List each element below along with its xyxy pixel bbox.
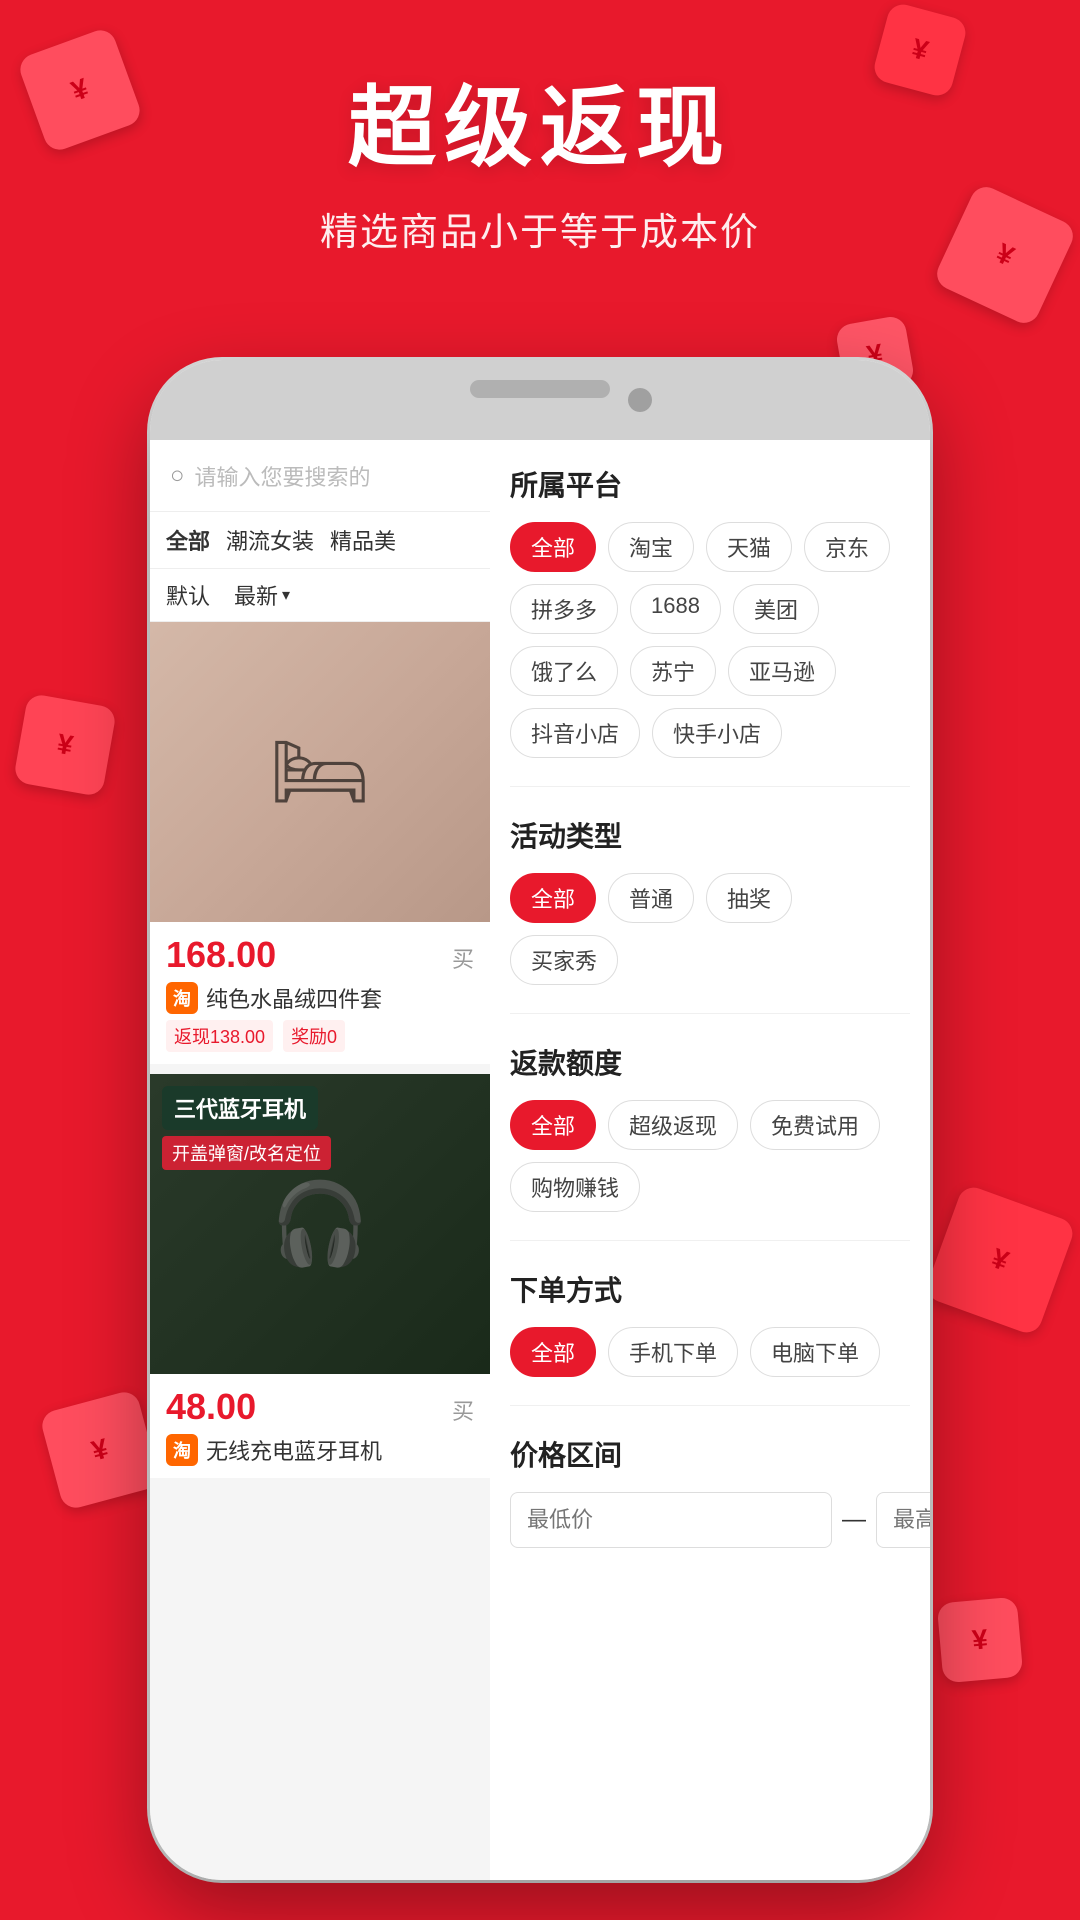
cashback-tag-earn[interactable]: 购物赚钱 [510,1162,640,1212]
activity-tag-all[interactable]: 全部 [510,873,596,923]
product-price-earbuds: 48.00 [166,1386,256,1428]
divider-2 [510,1013,910,1014]
product-info-bed: 168.00 买 淘 纯色水晶绒四件套 返现138.00 奖励0 [150,922,490,1064]
cashback-tag-free[interactable]: 免费试用 [750,1100,880,1150]
phone-mockup: ○ 请输入您要搜索的 全部 潮流女装 精品美 默认 最新 ▾ [150,360,930,1880]
filter-order-title: 下单方式 [510,1269,910,1309]
cashback-tag-bed: 返现138.00 [166,1020,273,1052]
platform-tag-kuaishou[interactable]: 快手小店 [652,708,782,758]
search-placeholder-text: 请输入您要搜索的 [195,460,471,492]
phone-top-bar [150,360,930,440]
platform-tag-amazon[interactable]: 亚马逊 [728,646,836,696]
coin-decor-8 [937,1597,1024,1684]
product-overlay: 三代蓝牙耳机 开盖弹窗/改名定位 [150,1074,490,1182]
phone-notch [470,380,610,398]
platform-tag-tianmao[interactable]: 天猫 [706,522,792,572]
platform-tag-meituan[interactable]: 美团 [733,584,819,634]
filter-cashback-tags: 全部 超级返现 免费试用 购物赚钱 [510,1100,910,1212]
search-icon: ○ [170,462,185,490]
price-dash: — [842,1506,866,1534]
platform-tag-jingdong[interactable]: 京东 [804,522,890,572]
filter-section-price: 价格区间 — [510,1434,910,1548]
platform-tag-taobao[interactable]: 淘宝 [608,522,694,572]
main-title: 超级返现 [0,80,1080,177]
divider-4 [510,1405,910,1406]
sort-default[interactable]: 默认 [166,579,210,611]
subtitle: 精选商品小于等于成本价 [0,201,1080,256]
phone-camera [628,388,652,412]
product-card-earbuds: 三代蓝牙耳机 开盖弹窗/改名定位 48.00 买 淘 无线充电蓝牙耳机 [150,1074,490,1478]
filter-price-title: 价格区间 [510,1434,910,1474]
order-tag-mobile[interactable]: 手机下单 [608,1327,738,1377]
platform-badge-taobao-2: 淘 [166,1434,198,1466]
right-panel: 所属平台 全部 淘宝 天猫 京东 拼多多 1688 美团 饿了么 苏宁 亚马逊 … [490,440,930,1880]
category-tabs: 全部 潮流女装 精品美 [150,512,490,569]
coin-decor-5 [13,693,117,797]
phone-frame: ○ 请输入您要搜索的 全部 潮流女装 精品美 默认 最新 ▾ [150,360,930,1880]
order-tag-all[interactable]: 全部 [510,1327,596,1377]
divider-3 [510,1240,910,1241]
platform-tag-pinduoduo[interactable]: 拼多多 [510,584,618,634]
platform-tag-suning[interactable]: 苏宁 [630,646,716,696]
overlay-title: 三代蓝牙耳机 [162,1086,318,1130]
product-price-bed: 168.00 [166,934,276,976]
activity-tag-buyershow[interactable]: 买家秀 [510,935,618,985]
filter-platform-tags: 全部 淘宝 天猫 京东 拼多多 1688 美团 饿了么 苏宁 亚马逊 抖音小店 … [510,522,910,758]
filter-order-tags: 全部 手机下单 电脑下单 [510,1327,910,1377]
search-bar[interactable]: ○ 请输入您要搜索的 [150,440,490,512]
chevron-down-icon: ▾ [282,585,290,605]
filter-platform-title: 所属平台 [510,464,910,504]
cat-tab-all[interactable]: 全部 [166,524,210,556]
cashback-tag-all[interactable]: 全部 [510,1100,596,1150]
cat-tab-boutique[interactable]: 精品美 [330,524,396,556]
order-tag-pc[interactable]: 电脑下单 [750,1327,880,1377]
product-image-earbuds: 三代蓝牙耳机 开盖弹窗/改名定位 [150,1074,490,1374]
sort-bar: 默认 最新 ▾ [150,569,490,622]
filter-section-order: 下单方式 全部 手机下单 电脑下单 [510,1269,910,1377]
cat-tab-women[interactable]: 潮流女装 [226,524,314,556]
price-min-input[interactable] [510,1492,832,1548]
product-card-bed: 168.00 买 淘 纯色水晶绒四件套 返现138.00 奖励0 [150,622,490,1064]
filter-activity-title: 活动类型 [510,815,910,855]
buy-button-earbuds[interactable]: 买 [452,1394,474,1426]
left-panel: ○ 请输入您要搜索的 全部 潮流女装 精品美 默认 最新 ▾ [150,440,490,1880]
coin-decor-7 [923,1183,1077,1337]
filter-section-cashback: 返款额度 全部 超级返现 免费试用 购物赚钱 [510,1042,910,1212]
activity-tag-lottery[interactable]: 抽奖 [706,873,792,923]
product-name-bed: 纯色水晶绒四件套 [206,982,382,1014]
buy-button-bed[interactable]: 买 [452,942,474,974]
cashback-row-bed: 返现138.00 奖励0 [166,1020,474,1052]
app-content: ○ 请输入您要搜索的 全部 潮流女装 精品美 默认 最新 ▾ [150,440,930,1880]
product-info-earbuds: 48.00 买 淘 无线充电蓝牙耳机 [150,1374,490,1478]
filter-cashback-title: 返款额度 [510,1042,910,1082]
product-name-row-bed: 淘 纯色水晶绒四件套 [166,982,474,1014]
reward-tag-bed: 奖励0 [283,1020,345,1052]
filter-section-activity: 活动类型 全部 普通 抽奖 买家秀 [510,815,910,985]
filter-activity-tags: 全部 普通 抽奖 买家秀 [510,873,910,985]
product-name-earbuds: 无线充电蓝牙耳机 [206,1434,382,1466]
filter-section-platform: 所属平台 全部 淘宝 天猫 京东 拼多多 1688 美团 饿了么 苏宁 亚马逊 … [510,464,910,758]
divider-1 [510,786,910,787]
price-max-input[interactable] [876,1492,930,1548]
activity-tag-normal[interactable]: 普通 [608,873,694,923]
platform-badge-taobao: 淘 [166,982,198,1014]
coin-decor-6 [39,1389,161,1511]
platform-tag-eleme[interactable]: 饿了么 [510,646,618,696]
product-name-row-earbuds: 淘 无线充电蓝牙耳机 [166,1434,474,1466]
platform-tag-1688[interactable]: 1688 [630,584,721,634]
sort-newest[interactable]: 最新 ▾ [234,579,290,611]
price-range: — [510,1492,910,1548]
header-section: 超级返现 精选商品小于等于成本价 [0,0,1080,256]
overlay-sub: 开盖弹窗/改名定位 [162,1136,331,1170]
platform-tag-all[interactable]: 全部 [510,522,596,572]
product-image-bed [150,622,490,922]
platform-tag-douyin[interactable]: 抖音小店 [510,708,640,758]
cashback-tag-super[interactable]: 超级返现 [608,1100,738,1150]
